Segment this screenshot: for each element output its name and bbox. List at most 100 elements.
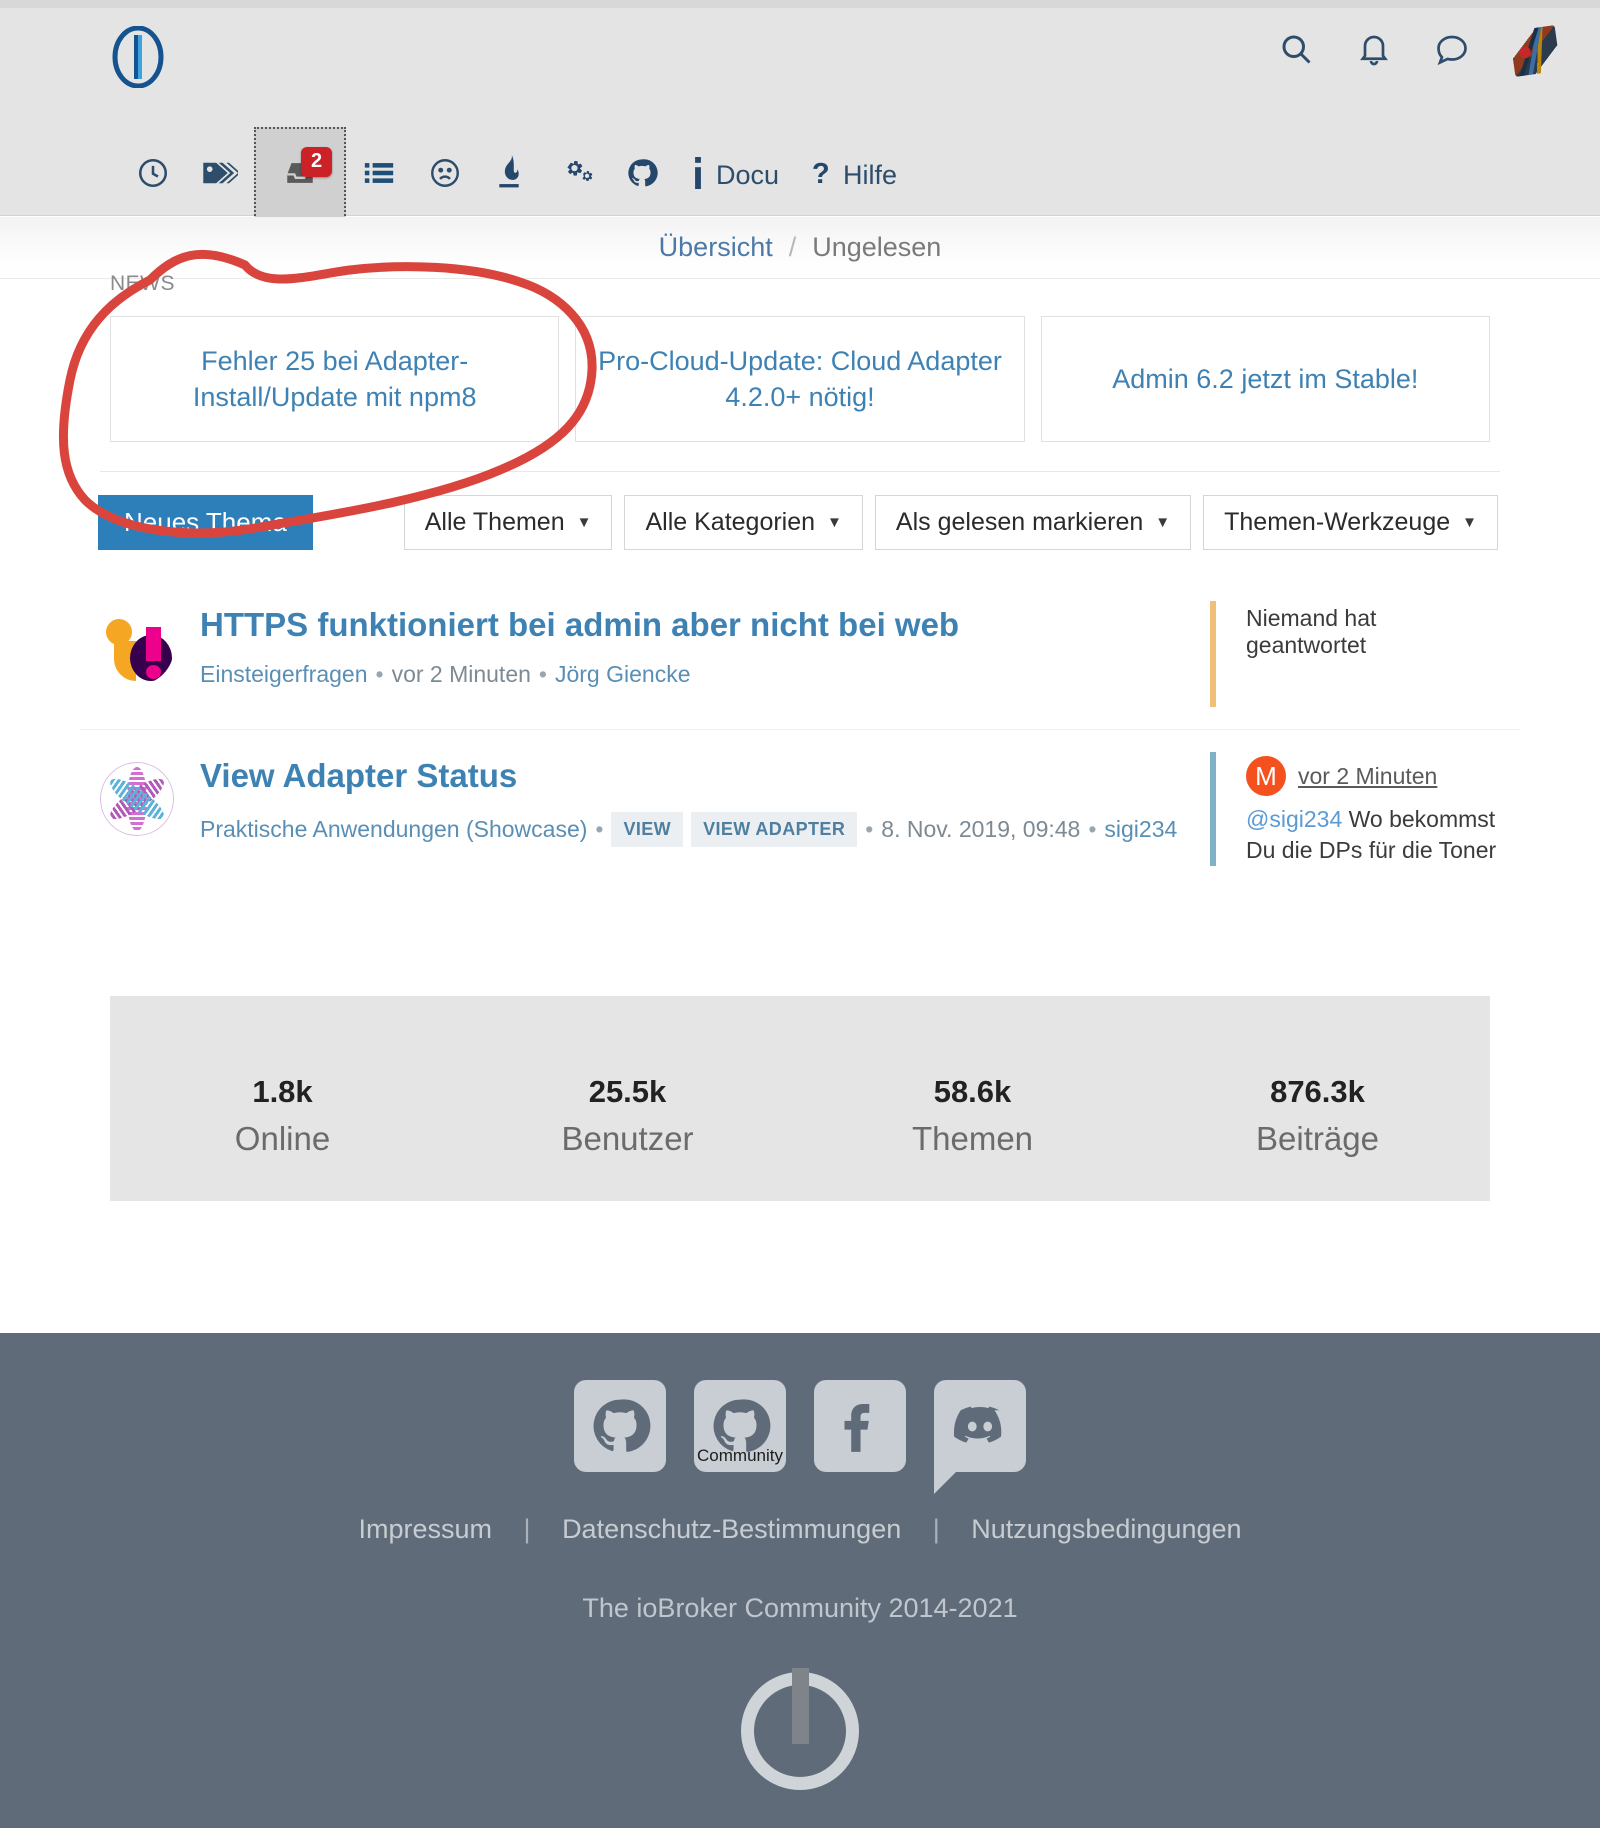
news-card-list: Fehler 25 bei Adapter-Install/Update mit… [110, 316, 1490, 442]
view-adapter-avatar[interactable] [100, 762, 174, 836]
reply-excerpt: @sigi234 Wo bekommst Du die DPs für die … [1246, 804, 1500, 866]
news-section-label: NEWS [110, 272, 175, 295]
sidebar-item-github[interactable] [610, 127, 674, 223]
topic-tag[interactable]: VIEW ADAPTER [691, 811, 858, 847]
topic-toolbar: Neues Thema Alle Themen ▼ Alle Kategorie… [98, 494, 1498, 550]
filter-all-categories[interactable]: Alle Kategorien ▼ [624, 494, 863, 550]
list-icon [362, 156, 396, 195]
topic-main: View Adapter Status Praktische Anwendung… [174, 752, 1210, 866]
filter-all-topics[interactable]: Alle Themen ▼ [403, 494, 613, 550]
joomla-logo-avatar[interactable] [100, 611, 174, 685]
filter-label: Als gelesen markieren [895, 507, 1144, 536]
chevron-down-icon: ▼ [1462, 513, 1477, 531]
window-top-edge [0, 0, 1600, 8]
sidebar-item-hilfe[interactable]: ? Hilfe [795, 127, 913, 223]
topic-time: vor 2 Minuten [391, 660, 531, 687]
meta-separator: • [865, 815, 874, 842]
news-card-title: Pro-Cloud-Update: Cloud Adapter 4.2.0+ n… [598, 345, 1002, 412]
main-navbar: 2 Docu ? Hilfe [0, 126, 1600, 224]
topic-author[interactable]: Jörg Giencke [555, 661, 691, 688]
filter-label: Themen-Werkzeuge [1224, 507, 1451, 536]
sidebar-item-flame[interactable] [478, 127, 540, 223]
table-row[interactable]: HTTPS funktioniert bei admin aber nicht … [80, 579, 1520, 729]
sidebar-item-tags[interactable] [186, 127, 254, 223]
news-card-title: Admin 6.2 jetzt im Stable! [1112, 363, 1419, 394]
stat-online: 1.8k Online [110, 1040, 455, 1158]
news-card-title: Fehler 25 bei Adapter-Install/Update mit… [192, 345, 477, 412]
stat-topics: 58.6k Themen [800, 1040, 1145, 1158]
tags-icon [202, 156, 241, 195]
news-card[interactable]: Admin 6.2 jetzt im Stable! [1040, 316, 1490, 442]
stat-value: 1.8k [252, 1073, 313, 1109]
info-icon [690, 156, 706, 194]
chevron-down-icon: ▼ [576, 513, 592, 531]
topic-author[interactable]: sigi234 [1104, 816, 1177, 843]
topic-tag[interactable]: VIEW [611, 811, 684, 847]
news-card[interactable]: Fehler 25 bei Adapter-Install/Update mit… [110, 316, 560, 442]
github-icon[interactable] [574, 1380, 666, 1472]
meta-separator: • [538, 660, 547, 687]
breadcrumb-current: Ungelesen [812, 232, 942, 262]
stat-posts: 876.3k Beiträge [1145, 1040, 1490, 1158]
footer-links: Impressum | Datenschutz-Bestimmungen | N… [0, 1514, 1600, 1545]
question-icon: ? [811, 157, 833, 194]
stat-label: Themen [911, 1119, 1034, 1157]
search-icon[interactable] [1278, 31, 1314, 72]
stat-label: Beiträge [1256, 1119, 1379, 1157]
clock-icon [136, 156, 170, 195]
topic-side-preview: M vor 2 Minuten @sigi234 Wo bekommst Du … [1210, 752, 1500, 866]
stat-value: 25.5k [588, 1073, 667, 1109]
topic-date: 8. Nov. 2019, 09:48 [881, 815, 1081, 842]
topic-category[interactable]: Praktische Anwendungen (Showcase) [200, 816, 587, 843]
community-stats: 1.8k Online 25.5k Benutzer 58.6k Themen … [110, 996, 1490, 1201]
table-row[interactable]: View Adapter Status Praktische Anwendung… [80, 729, 1520, 888]
topic-tools-button[interactable]: Themen-Werkzeuge ▼ [1203, 494, 1498, 550]
chat-icon[interactable] [1434, 31, 1470, 72]
filter-label: Alle Themen [424, 507, 565, 536]
sidebar-item-unsolved[interactable] [412, 127, 478, 223]
sidebar-item-plugins[interactable] [540, 127, 610, 223]
stat-value: 876.3k [1270, 1073, 1365, 1109]
topic-side-preview: Niemand hat geantwortet [1210, 601, 1500, 707]
github-community-icon[interactable]: Community [694, 1380, 786, 1472]
reply-time[interactable]: vor 2 Minuten [1298, 763, 1437, 790]
svg-text:?: ? [812, 158, 830, 189]
meta-separator: • [595, 815, 604, 842]
footer-link-nutzungsbedingungen[interactable]: Nutzungsbedingungen [971, 1514, 1241, 1544]
new-topic-button[interactable]: Neues Thema [98, 494, 313, 550]
footer-link-impressum[interactable]: Impressum [358, 1514, 492, 1544]
news-card[interactable]: Pro-Cloud-Update: Cloud Adapter 4.2.0+ n… [575, 316, 1025, 442]
facebook-icon[interactable] [814, 1380, 906, 1472]
bell-icon[interactable] [1356, 31, 1392, 72]
reply-avatar[interactable]: M [1246, 756, 1286, 796]
breadcrumb-root[interactable]: Übersicht [659, 232, 773, 263]
topic-category[interactable]: Einsteigerfragen [200, 661, 368, 688]
sidebar-item-recent[interactable] [120, 127, 186, 223]
iobroker-logo[interactable] [110, 25, 166, 89]
topic-title[interactable]: View Adapter Status [200, 756, 1210, 796]
mark-as-read-button[interactable]: Als gelesen markieren ▼ [874, 494, 1192, 550]
filter-label: Alle Kategorien [645, 507, 816, 536]
social-links: Community [0, 1333, 1600, 1494]
stat-label: Online [234, 1119, 331, 1157]
sidebar-item-docu[interactable]: Docu [674, 127, 795, 223]
avatar[interactable] [1509, 25, 1561, 77]
topic-main: HTTPS funktioniert bei admin aber nicht … [174, 601, 1210, 707]
reply-mention[interactable]: @sigi234 [1246, 806, 1342, 832]
flame-icon [494, 154, 524, 196]
site-header: 2 Docu ? Hilfe [0, 8, 1600, 223]
chevron-down-icon: ▼ [827, 513, 842, 531]
meta-separator: • [1088, 815, 1097, 842]
discord-icon[interactable] [934, 1380, 1026, 1494]
reply-header: M vor 2 Minuten [1246, 756, 1500, 796]
stat-value: 58.6k [933, 1073, 1012, 1109]
sidebar-item-unread[interactable]: 2 [254, 127, 346, 223]
toolbar-filters: Alle Themen ▼ Alle Kategorien ▼ Als gele… [403, 494, 1498, 550]
sidebar-item-label: Docu [716, 159, 780, 190]
footer-separator: | [523, 1514, 531, 1544]
chevron-down-icon: ▼ [1155, 513, 1171, 531]
footer-link-datenschutz[interactable]: Datenschutz-Bestimmungen [562, 1514, 901, 1544]
sidebar-item-categories[interactable] [346, 127, 412, 223]
footer-copyright: The ioBroker Community 2014-2021 [582, 1593, 1018, 1623]
topic-title[interactable]: HTTPS funktioniert bei admin aber nicht … [200, 605, 1210, 645]
